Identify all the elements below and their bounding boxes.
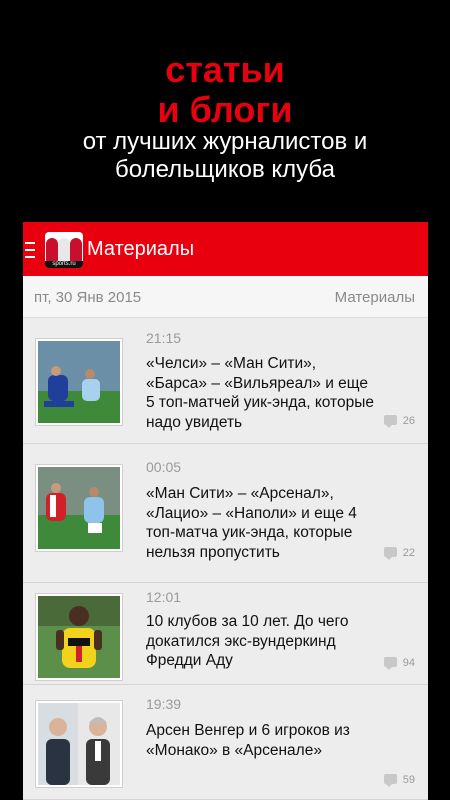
app-bar: sports.ru Материалы bbox=[23, 222, 428, 276]
app-screen: sports.ru Материалы пт, 30 Янв 2015 Мате… bbox=[23, 222, 428, 800]
article-comments: 59 bbox=[383, 774, 415, 787]
promo-subtitle-line1: от лучших журналистов и bbox=[82, 128, 368, 155]
article-item[interactable]: 21:15 «Челси» – «Ман Сити», «Барса» – «В… bbox=[23, 319, 428, 444]
article-item[interactable]: 00:05 «Ман Сити» – «Арсенал», «Лацио» – … bbox=[23, 444, 428, 583]
article-time: 21:15 bbox=[146, 330, 182, 346]
comment-count: 59 bbox=[402, 774, 415, 786]
date-bar: пт, 30 Янв 2015 Материалы bbox=[23, 276, 428, 318]
promo-title-line2: и блоги bbox=[157, 89, 293, 130]
article-time: 19:39 bbox=[146, 696, 182, 712]
app-logo-text: sports.ru bbox=[45, 261, 83, 268]
current-date: пт, 30 Янв 2015 bbox=[34, 289, 142, 306]
comment-icon bbox=[383, 415, 397, 428]
article-item[interactable]: 12:01 10 клубов за 10 лет. До чего докат… bbox=[23, 583, 428, 685]
app-logo[interactable]: sports.ru bbox=[45, 232, 83, 268]
article-title: Арсен Венгер и 6 игроков из «Монако» в «… bbox=[146, 722, 350, 759]
comment-count: 94 bbox=[402, 657, 415, 669]
comment-icon bbox=[383, 657, 397, 670]
article-time: 00:05 bbox=[146, 459, 182, 475]
article-title: «Челси» – «Ман Сити», «Барса» – «Вильяре… bbox=[146, 355, 374, 431]
hamburger-menu-icon[interactable] bbox=[25, 242, 35, 258]
article-thumbnail bbox=[35, 593, 123, 681]
app-bar-title: Материалы bbox=[87, 238, 195, 260]
article-item[interactable]: 19:39 Арсен Венгер и 6 игроков из «Монак… bbox=[23, 685, 428, 800]
section-label: Материалы bbox=[334, 289, 415, 306]
article-comments: 26 bbox=[383, 415, 415, 428]
promo-title-line1: статьи bbox=[165, 49, 285, 90]
articles-list: 21:15 «Челси» – «Ман Сити», «Барса» – «В… bbox=[23, 319, 428, 800]
promo-banner: статьи и блоги от лучших журналистов и б… bbox=[0, 0, 450, 222]
comment-icon bbox=[383, 774, 397, 787]
promo-subtitle-line2: болельщиков клуба bbox=[115, 156, 335, 183]
comment-count: 22 bbox=[402, 547, 415, 559]
comment-count: 26 bbox=[402, 415, 415, 427]
article-thumbnail bbox=[35, 338, 123, 426]
article-title: «Ман Сити» – «Арсенал», «Лацио» – «Напол… bbox=[146, 485, 357, 561]
article-title: 10 клубов за 10 лет. До чего докатился э… bbox=[146, 613, 349, 669]
article-thumbnail bbox=[35, 464, 123, 552]
article-comments: 94 bbox=[383, 657, 415, 670]
article-thumbnail bbox=[35, 700, 123, 788]
article-time: 12:01 bbox=[146, 589, 182, 605]
article-comments: 22 bbox=[383, 547, 415, 560]
comment-icon bbox=[383, 547, 397, 560]
